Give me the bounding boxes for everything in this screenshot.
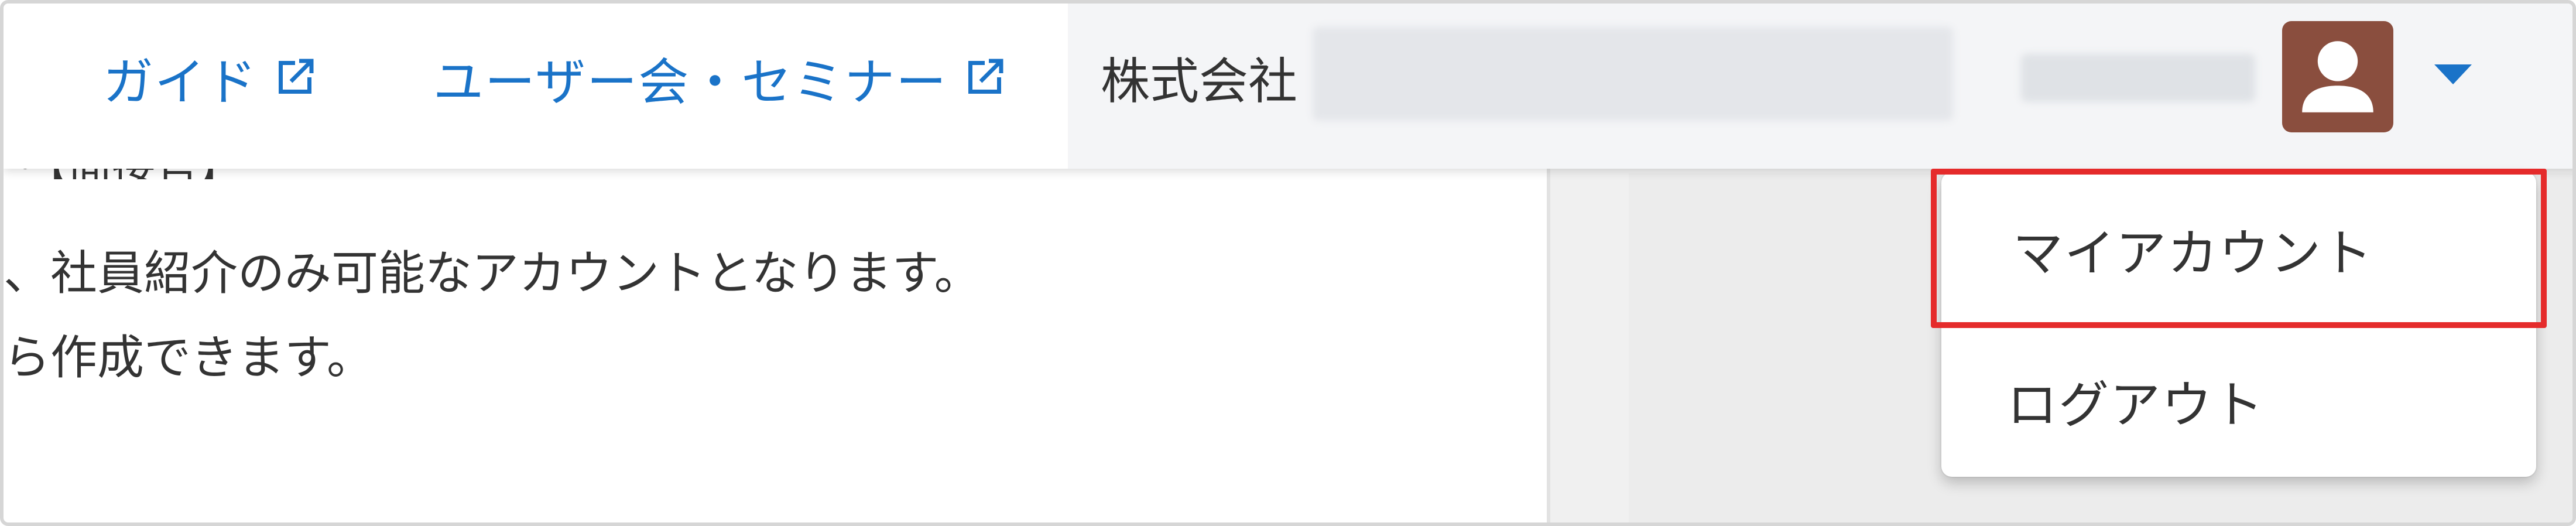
screenshot-frame: ・【面接官】 、社員紹介のみ可能なアカウントとなります。 ら作成できます。 ガイ… <box>0 0 2576 526</box>
company-prefix: 株式会社 <box>1101 52 1298 110</box>
guide-link-label: ガイド <box>103 53 258 112</box>
account-dropdown-menu: マイアカウント ログアウト <box>1931 169 2547 477</box>
external-link-icon <box>279 59 314 94</box>
menu-item-logout[interactable]: ログアウト <box>1941 327 2536 473</box>
menu-item-logout-label: ログアウト <box>2007 375 2265 435</box>
external-link-icon <box>968 59 1003 94</box>
menu-item-my-account-label: マイアカウント <box>2013 224 2373 283</box>
user-name-redacted <box>2021 54 2255 102</box>
guide-link[interactable]: ガイド <box>103 42 320 112</box>
description-line-1: 、社員紹介のみ可能なアカウントとなります。 <box>4 246 981 300</box>
user-avatar-icon <box>2302 41 2373 112</box>
description-line-2: ら作成できます。 <box>4 330 374 385</box>
company-name: 株式会社 <box>1101 42 1297 112</box>
content-divider <box>1547 168 1550 522</box>
menu-item-my-account[interactable]: マイアカウント <box>1931 169 2547 328</box>
caret-down-icon[interactable] <box>2434 64 2472 84</box>
company-name-redacted <box>1313 27 1953 121</box>
user-avatar[interactable] <box>2282 21 2393 132</box>
user-group-seminar-link[interactable]: ユーザー会・セミナー <box>433 42 1009 112</box>
top-header: ガイド ユーザー会・セミナー 株式会社 <box>4 4 2572 169</box>
user-group-seminar-label: ユーザー会・セミナー <box>433 53 948 112</box>
